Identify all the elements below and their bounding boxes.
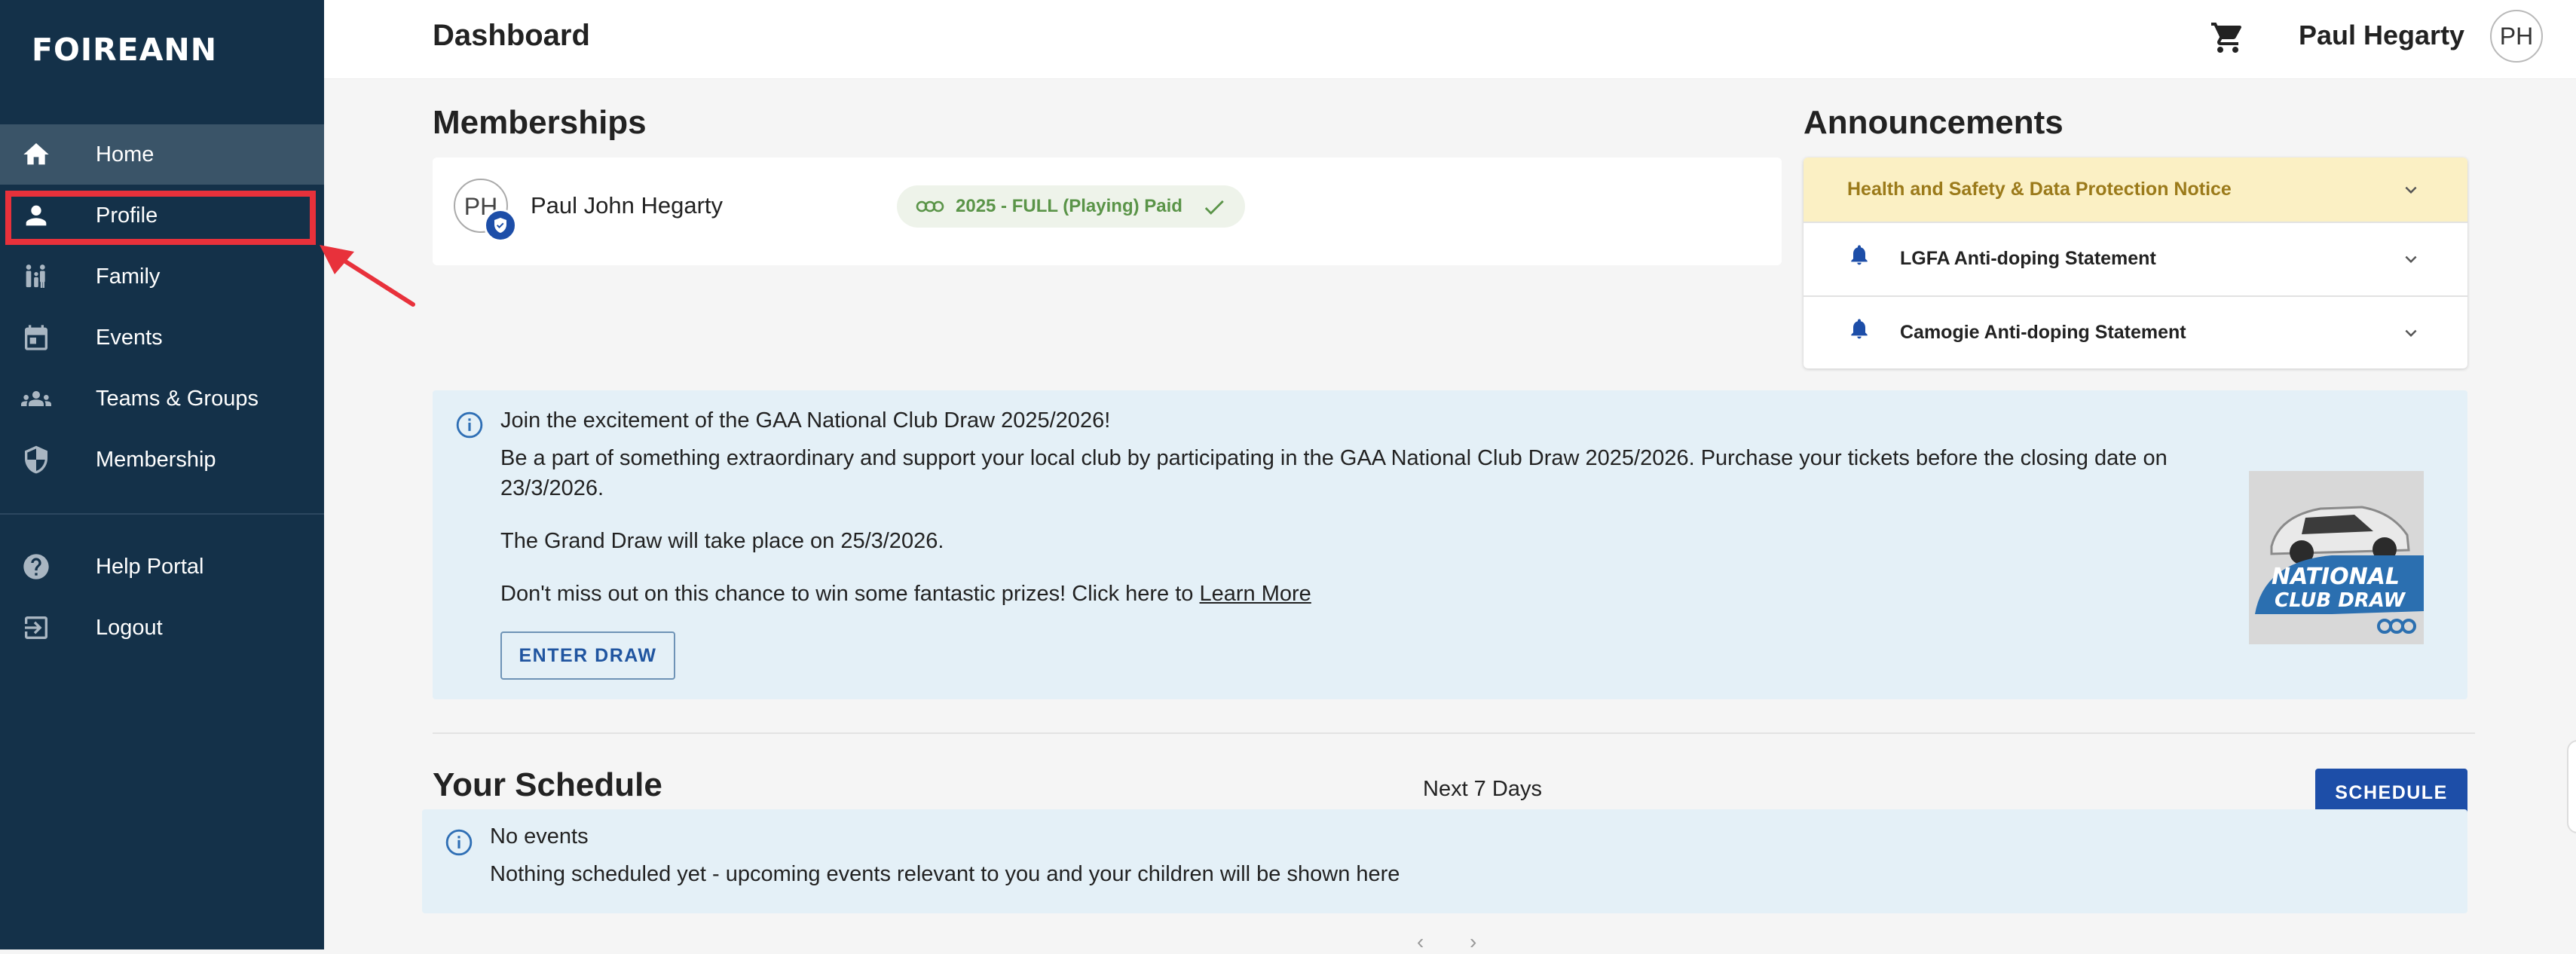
promo-cta-lead: Don't miss out on this chance to win som… — [500, 582, 1194, 606]
chevron-down-icon[interactable] — [2400, 179, 2422, 201]
verified-badge-icon — [484, 209, 517, 242]
sidebar-item-teams-groups[interactable]: Teams & Groups — [0, 368, 324, 429]
gaa-logo-icon — [916, 200, 944, 213]
sidebar-item-label: Home — [96, 142, 154, 167]
promo-text: Be a part of something extraordinary and… — [500, 446, 2168, 500]
bell-icon — [1851, 245, 1868, 265]
sidebar-item-events[interactable]: Events — [0, 307, 324, 368]
help-icon — [23, 554, 49, 579]
no-events-text: Nothing scheduled yet - upcoming events … — [490, 862, 1400, 886]
chevron-down-icon[interactable] — [2400, 322, 2422, 344]
top-header: Dashboard Paul Hegarty PH — [324, 0, 2576, 79]
cart-icon[interactable] — [2210, 20, 2246, 56]
prev-page-button[interactable]: ‹ — [1417, 930, 1424, 954]
app-logo: FOIREANN — [32, 32, 218, 68]
membership-status-badge: 2025 - FULL (Playing) Paid — [897, 185, 1245, 228]
announcement-title: LGFA Anti-doping Statement — [1900, 248, 2156, 269]
annotation-arrow-icon — [320, 245, 415, 307]
sidebar-item-label: Logout — [96, 616, 163, 640]
no-events-title: No events — [490, 824, 589, 849]
bell-icon — [1851, 319, 1868, 339]
sidebar-item-label: Events — [96, 326, 163, 350]
user-avatar[interactable]: PH — [2490, 10, 2543, 63]
groups-icon — [21, 391, 51, 406]
info-icon — [445, 829, 473, 856]
schedule-range: Next 7 Days — [1423, 777, 1542, 801]
club-draw-promo: Join the excitement of the GAA National … — [433, 390, 2467, 699]
sidebar-item-label: Membership — [96, 448, 216, 472]
logout-icon — [25, 616, 47, 639]
chevron-down-icon[interactable] — [2400, 248, 2422, 271]
promo-cta-text: Don't miss out on this chance to win som… — [500, 579, 1311, 609]
sidebar-item-logout[interactable]: Logout — [0, 598, 324, 658]
page-title: Dashboard — [433, 19, 590, 52]
promo-image-label-2: CLUB DRAW — [2275, 589, 2406, 612]
sidebar-item-family[interactable]: Family — [0, 246, 324, 307]
announcement-item-lgfa[interactable]: LGFA Anti-doping Statement — [1804, 222, 2467, 297]
schedule-title: Your Schedule — [433, 766, 662, 803]
sidebar-item-membership[interactable]: Membership — [0, 430, 324, 490]
member-name: Paul John Hegarty — [531, 192, 724, 219]
sidebar-item-label: Help Portal — [96, 555, 204, 579]
announcement-title: Health and Safety & Data Protection Noti… — [1847, 179, 2232, 200]
enter-draw-button[interactable]: ENTER DRAW — [500, 631, 675, 680]
promo-heading: Join the excitement of the GAA National … — [500, 408, 1111, 433]
sidebar: FOIREANN Home Profile Family Events Team… — [0, 0, 324, 949]
next-page-button[interactable]: › — [1470, 930, 1476, 954]
calendar-icon — [25, 325, 47, 350]
memberships-title: Memberships — [433, 104, 647, 141]
sidebar-divider — [0, 513, 324, 515]
sidebar-item-home[interactable]: Home — [0, 124, 324, 185]
check-icon — [1204, 200, 1224, 215]
family-icon — [26, 264, 45, 288]
side-panel-handle[interactable] — [2567, 740, 2576, 833]
promo-draw-date: The Grand Draw will take place on 25/3/2… — [500, 529, 944, 553]
shield-icon — [25, 445, 47, 474]
promo-image-label-1: NATIONAL — [2272, 564, 2400, 590]
sidebar-item-label: Family — [96, 264, 161, 289]
car-illustration-icon: NATIONAL CLUB DRAW — [2249, 471, 2424, 644]
profile-highlight-box — [5, 191, 316, 245]
membership-status-text: 2025 - FULL (Playing) Paid — [956, 196, 1182, 216]
announcement-item-health-safety[interactable]: Health and Safety & Data Protection Noti… — [1804, 157, 2467, 223]
national-club-draw-image[interactable]: NATIONAL CLUB DRAW — [2249, 471, 2424, 644]
info-icon — [456, 411, 483, 439]
announcement-title: Camogie Anti-doping Statement — [1900, 322, 2186, 343]
announcements-title: Announcements — [1804, 104, 2064, 141]
sidebar-item-label: Teams & Groups — [96, 387, 259, 411]
announcements-list: Health and Safety & Data Protection Noti… — [1804, 157, 2467, 368]
user-name[interactable]: Paul Hegarty — [2299, 0, 2464, 71]
announcement-item-camogie[interactable]: Camogie Anti-doping Statement — [1804, 296, 2467, 368]
membership-card[interactable]: PH Paul John Hegarty 2025 - FULL (Playin… — [433, 157, 1782, 265]
schedule-empty-state: No events Nothing scheduled yet - upcomi… — [422, 809, 2467, 913]
learn-more-link[interactable]: Learn More — [1200, 582, 1311, 606]
sidebar-item-help-portal[interactable]: Help Portal — [0, 537, 324, 597]
home-icon — [23, 143, 49, 165]
section-divider — [433, 732, 2475, 734]
